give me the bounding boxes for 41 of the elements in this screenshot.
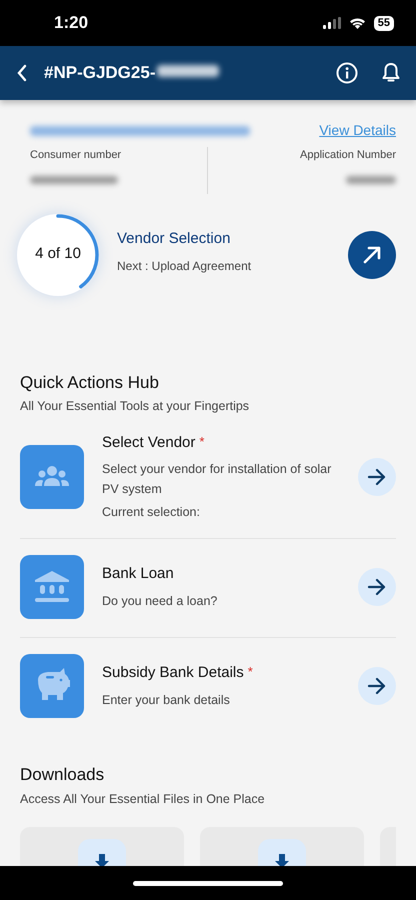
open-button[interactable]: [348, 230, 396, 278]
action-description: Current selection:: [102, 504, 201, 521]
back-icon[interactable]: [16, 64, 28, 82]
arrow-button[interactable]: [358, 458, 396, 496]
required-mark: *: [248, 663, 253, 682]
battery-level: 55: [374, 16, 394, 30]
bank-icon: [20, 555, 84, 620]
signal-icon: [322, 17, 341, 29]
section-subtitle: All Your Essential Tools at your Fingertips: [20, 398, 250, 415]
application-number-label: Application Number: [300, 148, 396, 163]
notification-icon[interactable]: [382, 62, 400, 84]
home-indicator[interactable]: [133, 880, 283, 886]
progress-count: 4 of 10: [35, 244, 81, 264]
consumer-number-label: Consumer number: [30, 148, 122, 163]
section-title: Quick Actions Hub: [20, 372, 160, 394]
arrow-button[interactable]: [358, 667, 396, 706]
blurred-text: [346, 176, 396, 184]
section-title: Downloads: [20, 764, 106, 786]
arrow-icon: [367, 468, 387, 486]
arrow-icon: [361, 244, 383, 266]
action-description: Do you need a loan?: [102, 592, 218, 610]
action-title: Select Vendor: [102, 432, 196, 453]
action-description: Enter your bank details: [102, 692, 231, 709]
action-description: Select your vendor for installation of solar PV system: [102, 461, 332, 498]
blurred-text: [157, 65, 220, 77]
stage-title: Vendor Selection: [117, 229, 232, 250]
view-details-link[interactable]: View Details: [319, 120, 396, 141]
info-icon[interactable]: [336, 62, 358, 84]
order-number: #NP-GJDG25-: [44, 62, 156, 84]
people-icon: [20, 445, 84, 510]
action-title: Bank Loan: [102, 564, 174, 584]
clock: 1:20: [54, 12, 88, 34]
next-step: Next : Upload Agreement: [117, 256, 252, 275]
action-title: Subsidy Bank Details: [102, 663, 244, 684]
piggy-bank-icon: [20, 654, 84, 718]
required-mark: *: [199, 432, 204, 451]
wifi-icon: [348, 17, 366, 29]
arrow-icon: [367, 578, 387, 596]
arrow-icon: [367, 677, 387, 696]
section-subtitle: Access All Your Essential Files in One Place: [20, 790, 266, 808]
arrow-button[interactable]: [358, 568, 396, 606]
